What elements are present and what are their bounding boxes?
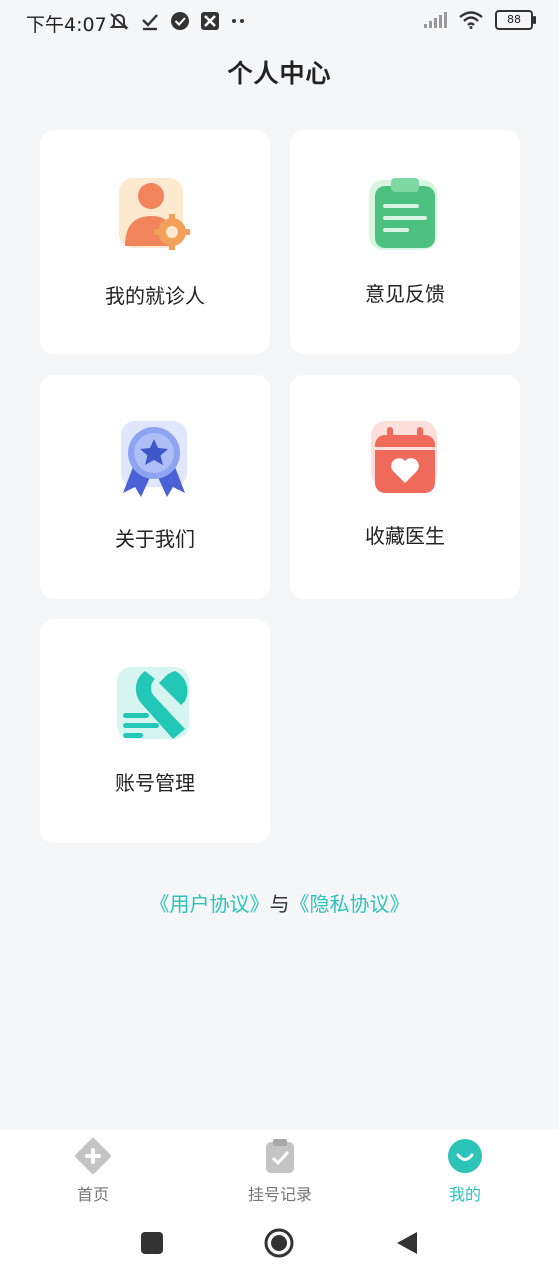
agreement-separator: 与: [269, 892, 290, 916]
user-agreement-link[interactable]: 《用户协议》: [150, 892, 270, 916]
calendar-heart-icon: [371, 421, 437, 493]
back-button[interactable]: [395, 1230, 419, 1256]
app-notification-icon: [201, 12, 219, 30]
menu-label: 收藏医生: [365, 524, 445, 548]
signal-icon: [424, 12, 447, 28]
menu-card-feedback[interactable]: 意见反馈: [290, 130, 520, 354]
system-nav-bar: [0, 1206, 559, 1280]
tab-label: 我的: [448, 1185, 481, 1204]
award-badge-icon: [121, 421, 187, 497]
menu-label: 关于我们: [115, 527, 195, 551]
status-system-icons: 88: [423, 10, 536, 30]
status-notification-icons: [108, 10, 248, 32]
tab-home[interactable]: 首页: [33, 1138, 153, 1205]
agreement-links: 《用户协议》与《隐私协议》: [0, 888, 559, 917]
feedback-clipboard-icon: [369, 178, 437, 250]
bottom-tabbar: 首页 挂号记录 我的: [0, 1130, 559, 1206]
menu-card-account-management[interactable]: 账号管理: [40, 619, 270, 843]
recent-apps-button[interactable]: [140, 1231, 164, 1255]
smile-icon: [448, 1139, 482, 1173]
tab-mine[interactable]: 我的: [405, 1138, 525, 1205]
more-dots-icon: [232, 19, 244, 23]
wrench-icon: [117, 667, 189, 739]
patient-icon: [119, 178, 190, 250]
privacy-policy-link[interactable]: 《隐私协议》: [290, 892, 410, 916]
menu-label: 意见反馈: [365, 282, 445, 306]
home-plus-icon: [75, 1138, 111, 1174]
status-bar: 下午4:07 88: [0, 0, 559, 42]
page-title: 个人中心: [227, 59, 332, 88]
tab-label: 首页: [76, 1185, 109, 1204]
tab-label: 挂号记录: [247, 1185, 312, 1204]
home-button[interactable]: [263, 1227, 295, 1259]
menu-card-my-patients[interactable]: 我的就诊人: [40, 130, 270, 354]
battery-indicator: 88: [495, 10, 536, 30]
menu-card-favorite-doctors[interactable]: 收藏医生: [290, 375, 520, 599]
bell-muted-icon: [109, 13, 129, 30]
menu-label: 账号管理: [115, 771, 195, 795]
clipboard-check-icon: [266, 1139, 294, 1173]
wifi-icon: [459, 11, 483, 29]
menu-card-about-us[interactable]: 关于我们: [40, 375, 270, 599]
status-time: 下午4:07: [26, 14, 107, 36]
check-circle-icon: [171, 12, 189, 30]
tab-appointment-records[interactable]: 挂号记录: [220, 1138, 340, 1205]
download-done-icon: [142, 14, 158, 31]
menu-label: 我的就诊人: [105, 284, 205, 308]
